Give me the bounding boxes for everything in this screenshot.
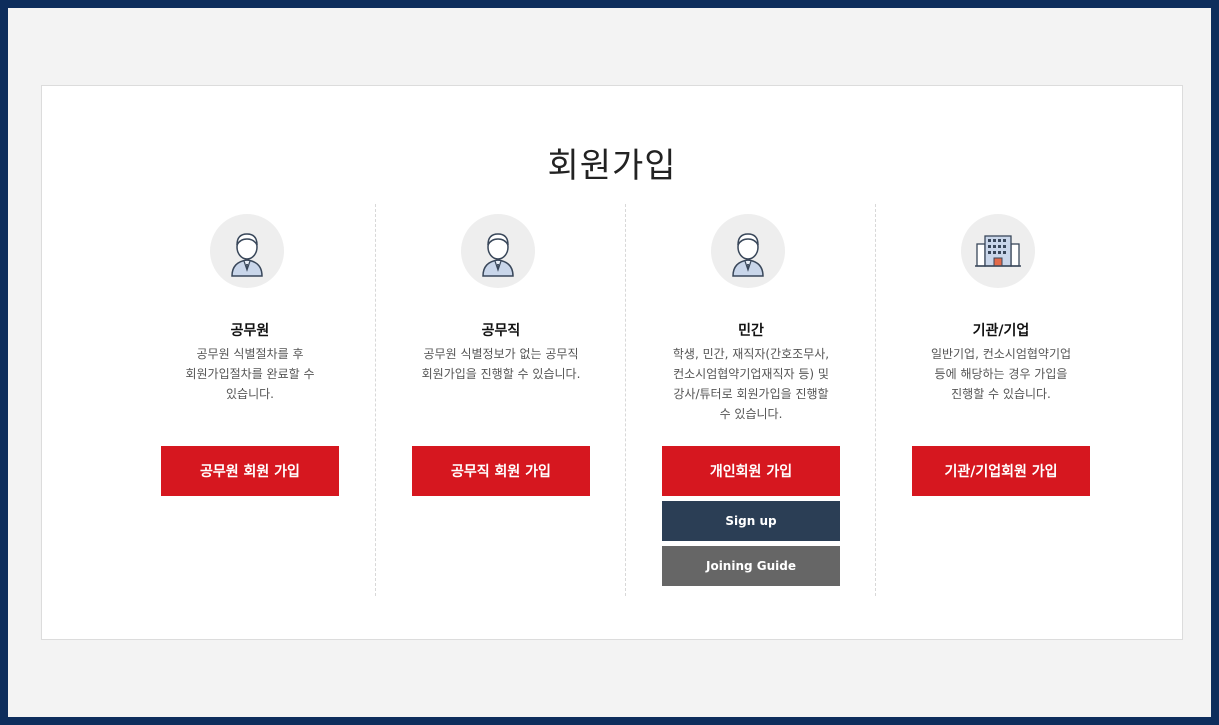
column-title: 기관/기업	[972, 323, 1030, 339]
page-title: 회원가입	[547, 146, 677, 186]
organization-signup-button[interactable]: 기관/기업회원 가입	[912, 446, 1090, 496]
column-title: 공무직	[481, 323, 521, 339]
public-official-signup-button[interactable]: 공무원 회원 가입	[161, 446, 339, 496]
column-private: 민간 학생, 민간, 재직자(간호조무사, 컨소시엄협약기업재직자 등) 및 강…	[625, 204, 876, 596]
joining-guide-button[interactable]: Joining Guide	[662, 546, 840, 586]
individual-signup-button[interactable]: 개인회원 가입	[662, 446, 840, 496]
page-frame: 회원가입 공무원 공무원 식별절차를 후 회원가입절차를 완료할 수 있습니다.…	[8, 8, 1211, 717]
building-icon	[961, 214, 1035, 288]
column-organization: 기관/기업 일반기업, 컨소시엄협약기업 등에 해당하는 경우 가입을 진행할 …	[875, 204, 1126, 596]
sign-up-button[interactable]: Sign up	[662, 501, 840, 541]
column-description: 학생, 민간, 재직자(간호조무사, 컨소시엄협약기업재직자 등) 및 강사/튜…	[672, 347, 830, 421]
column-public-official: 공무원 공무원 식별절차를 후 회원가입절차를 완료할 수 있습니다. 공무원 …	[125, 204, 375, 596]
column-title: 공무원	[230, 323, 270, 339]
public-worker-signup-button[interactable]: 공무직 회원 가입	[412, 446, 590, 496]
column-title: 민간	[738, 323, 764, 339]
person-icon	[210, 214, 284, 288]
column-description: 공무원 식별절차를 후 회원가입절차를 완료할 수 있습니다.	[185, 347, 315, 401]
column-public-worker: 공무직 공무원 식별정보가 없는 공무직 회원가입을 진행할 수 있습니다. 공…	[375, 204, 626, 596]
person-icon	[461, 214, 535, 288]
column-description: 공무원 식별정보가 없는 공무직 회원가입을 진행할 수 있습니다.	[421, 347, 581, 381]
person-icon	[711, 214, 785, 288]
signup-panel: 회원가입 공무원 공무원 식별절차를 후 회원가입절차를 완료할 수 있습니다.…	[41, 85, 1183, 640]
column-description: 일반기업, 컨소시엄협약기업 등에 해당하는 경우 가입을 진행할 수 있습니다…	[930, 347, 1072, 401]
